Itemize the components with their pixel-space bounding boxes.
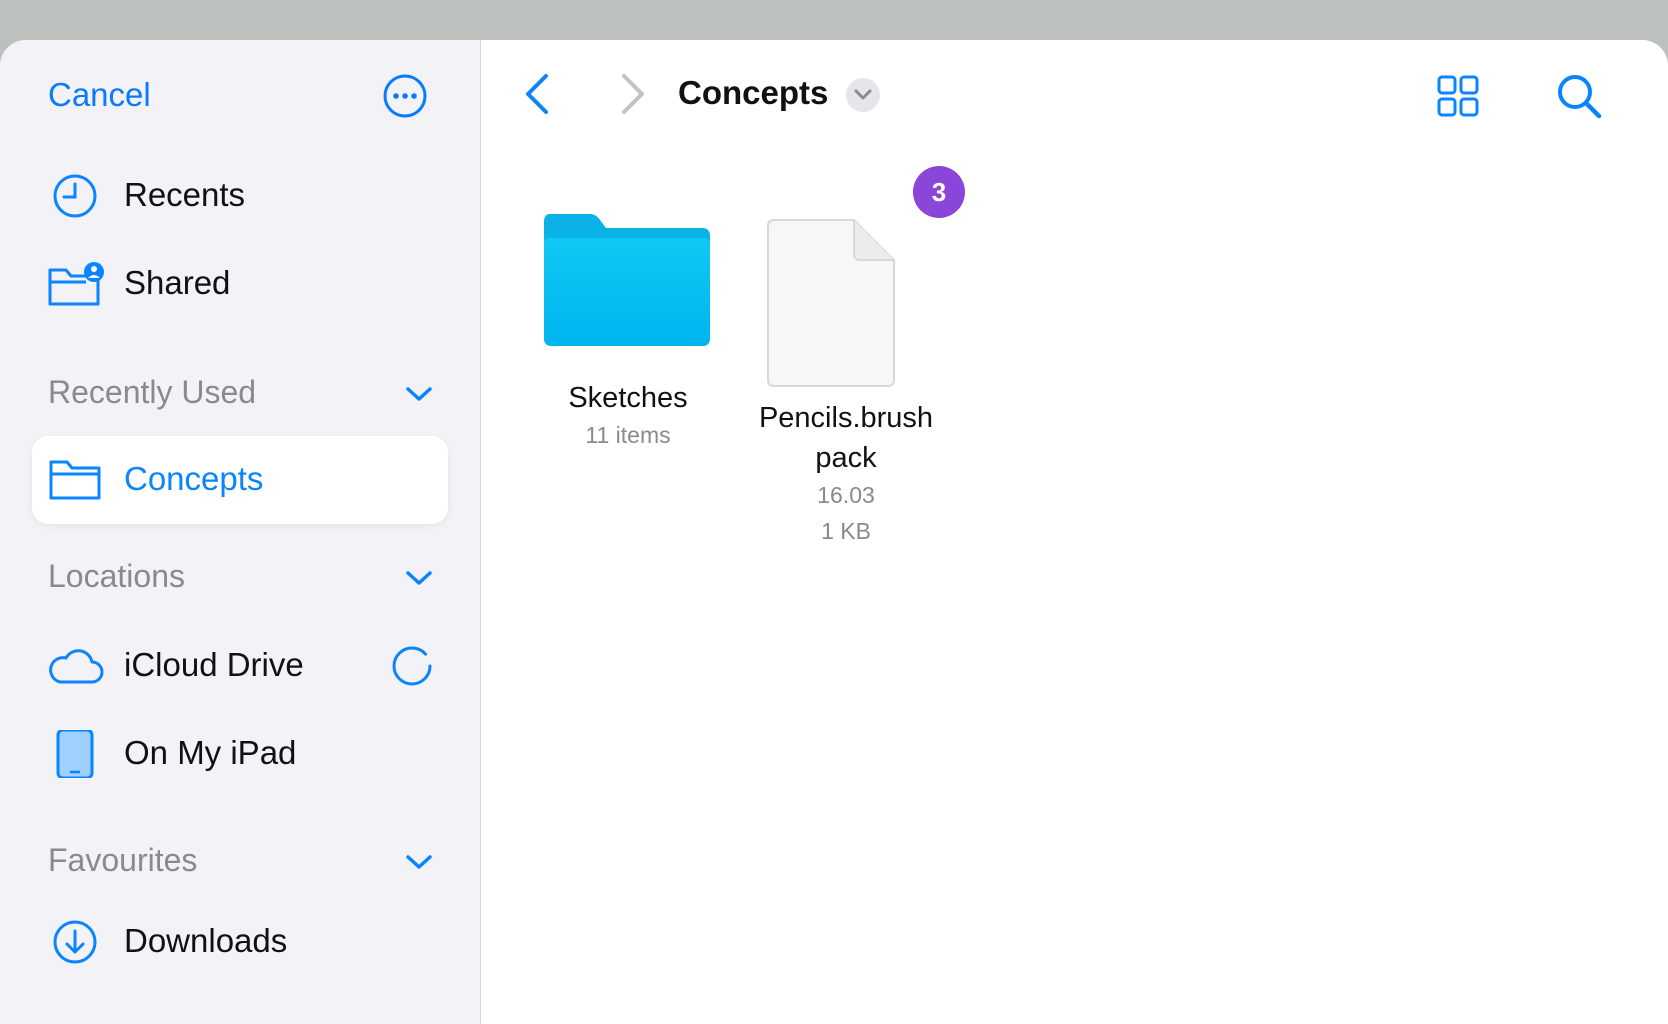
clock-icon [53, 174, 97, 218]
section-header-locations: Locations [48, 558, 185, 594]
sidebar-item-on-my-ipad[interactable]: On My iPad [0, 714, 481, 794]
sidebar-item-label: Recents [124, 176, 246, 213]
file-name-line: pack [815, 442, 877, 474]
shared-folder-icon [48, 262, 104, 306]
search-icon[interactable] [1555, 72, 1603, 120]
file-meta: 11 items [585, 422, 671, 448]
folder-icon [49, 460, 101, 500]
chevron-down-icon[interactable] [404, 384, 434, 404]
file-name: Sketches [568, 382, 688, 414]
sidebar-item-icloud-drive[interactable]: iCloud Drive [0, 626, 481, 706]
file-item-pencils-brushpack[interactable]: Pencils.brush pack 16.03 1 KB [736, 200, 956, 544]
file-date: 16.03 [817, 482, 875, 508]
chevron-down-icon[interactable] [404, 568, 434, 588]
title-dropdown[interactable] [846, 78, 880, 112]
sidebar-item-downloads[interactable]: Downloads [0, 902, 481, 982]
file-browser: Concepts Sketches 11 items Pencils.brush… [482, 40, 1668, 1024]
section-header-recently-used: Recently Used [48, 374, 257, 410]
file-picker-sheet: Cancel Recents Shared Recently Used Conc… [0, 40, 1668, 1024]
chevron-down-icon [854, 89, 872, 100]
file-size: 1 KB [821, 518, 871, 544]
file-item-sketches[interactable]: Sketches 11 items [518, 200, 738, 480]
sidebar-item-label: iCloud Drive [124, 646, 304, 683]
download-circle-icon [53, 920, 97, 964]
folder-title[interactable]: Concepts [678, 74, 828, 112]
chevron-down-icon[interactable] [404, 852, 434, 872]
sidebar: Cancel Recents Shared Recently Used Conc… [0, 40, 481, 1024]
sidebar-item-label: Downloads [124, 922, 288, 959]
grid-view-icon[interactable] [1436, 74, 1480, 118]
sidebar-item-shared[interactable]: Shared [0, 244, 481, 324]
sidebar-item-label: On My iPad [124, 734, 297, 771]
cancel-button[interactable]: Cancel [48, 76, 151, 114]
section-header-favourites: Favourites [48, 842, 198, 878]
sidebar-item-label: Concepts [124, 460, 264, 497]
sync-progress-icon [392, 646, 432, 686]
chevron-right-icon[interactable] [618, 72, 648, 116]
document-icon [767, 219, 895, 387]
cloud-icon [49, 649, 104, 684]
ipad-icon [56, 730, 94, 778]
sidebar-item-label: Shared [124, 264, 231, 301]
ellipsis-circle-icon[interactable] [383, 74, 427, 118]
chevron-left-icon[interactable] [522, 72, 552, 116]
file-name-line: Pencils.brush [758, 402, 934, 434]
sidebar-item-concepts-content: Concepts [0, 440, 481, 520]
badge: 3 [913, 166, 965, 218]
sidebar-item-recents[interactable]: Recents [0, 156, 481, 236]
folder-icon [544, 214, 710, 346]
